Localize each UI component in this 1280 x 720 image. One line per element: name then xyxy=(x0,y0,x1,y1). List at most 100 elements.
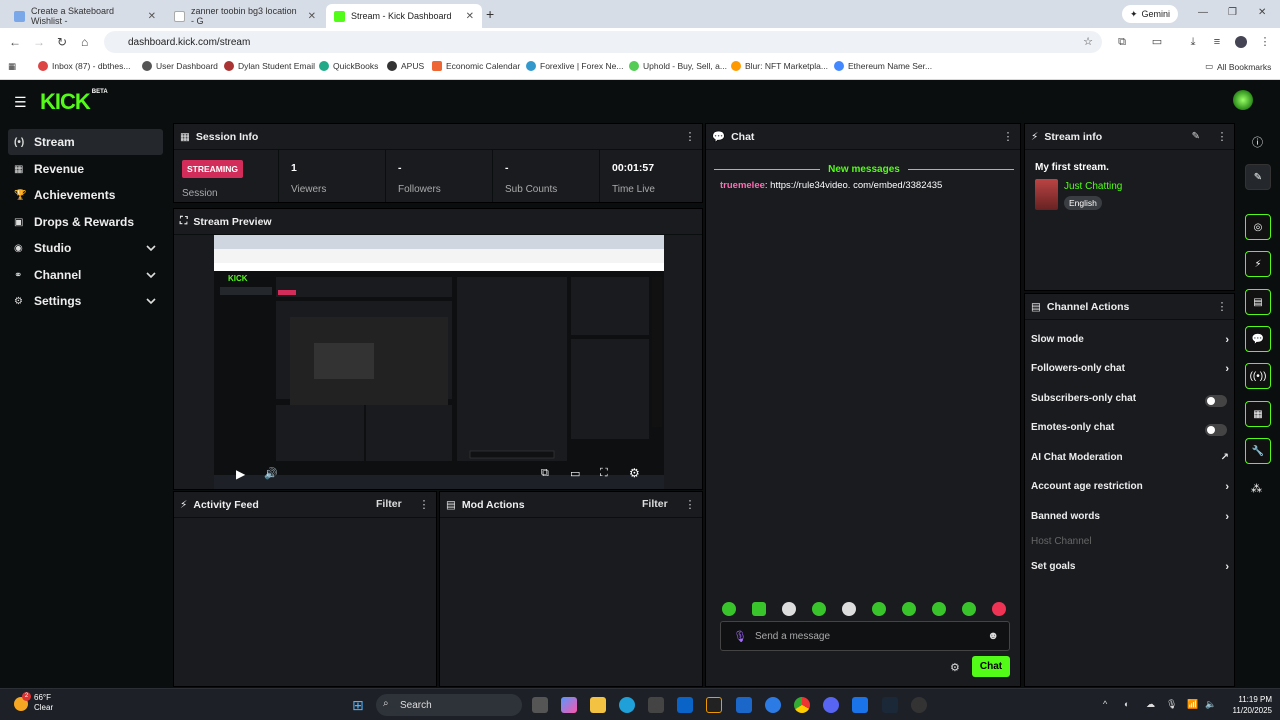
app-icon[interactable] xyxy=(852,697,868,713)
chat-username[interactable]: truemelee xyxy=(720,180,765,191)
app-icon[interactable] xyxy=(911,697,927,713)
app-icon[interactable] xyxy=(736,697,752,713)
taskbar-search[interactable]: ⌕ Search xyxy=(376,694,522,716)
tray-cloud-icon[interactable]: ☁ xyxy=(1146,699,1155,710)
action-ai-moderation[interactable]: AI Chat Moderation ↗ xyxy=(1031,452,1229,468)
copilot-icon[interactable] xyxy=(561,697,577,713)
browser-menu-icon[interactable]: ⋮ xyxy=(1259,36,1271,48)
bookmark-item[interactable]: Ethereum Name Ser... xyxy=(834,61,932,71)
widget-button[interactable]: ⚡ xyxy=(1245,251,1271,277)
volume-icon[interactable]: 🔊 xyxy=(264,467,278,480)
close-window-button[interactable]: ✕ xyxy=(1258,7,1266,18)
hamburger-menu-icon[interactable]: ☰ xyxy=(14,94,27,111)
tray-mic-icon[interactable]: 🎙 xyxy=(1166,699,1177,710)
action-set-goals[interactable]: Set goals › xyxy=(1031,561,1229,577)
sidebar-item-settings[interactable]: ⚙ Settings xyxy=(8,288,163,314)
all-bookmarks-button[interactable]: ▭ All Bookmarks xyxy=(1205,61,1271,72)
more-options-icon[interactable]: ⋮ xyxy=(1216,131,1228,143)
extensions-icon[interactable]: ⧉ xyxy=(1116,36,1128,48)
forward-button[interactable]: → xyxy=(33,35,45,49)
filter-button[interactable]: Filter xyxy=(376,498,402,510)
emote-icon[interactable] xyxy=(752,602,766,616)
task-view-icon[interactable] xyxy=(532,697,548,713)
action-slow-mode[interactable]: Slow mode › xyxy=(1031,334,1229,350)
subscribers-only-toggle[interactable] xyxy=(1205,395,1227,407)
bookmark-star-icon[interactable]: ☆ xyxy=(1082,36,1094,48)
emote-icon[interactable] xyxy=(992,602,1006,616)
user-avatar[interactable] xyxy=(1233,90,1253,110)
tab-search-icon[interactable]: ≡ xyxy=(1211,36,1223,48)
apps-grid-icon[interactable]: ▦ xyxy=(8,61,16,72)
reload-button[interactable]: ↻ xyxy=(57,35,67,49)
back-button[interactable]: ← xyxy=(9,35,21,49)
filter-button[interactable]: Filter xyxy=(642,498,668,510)
fullscreen-icon[interactable]: ⛶ xyxy=(600,467,608,480)
new-tab-button[interactable]: + xyxy=(486,6,494,22)
play-icon[interactable]: ▶ xyxy=(236,467,245,481)
settings-gear-icon[interactable]: ⚙ xyxy=(629,466,640,480)
system-clock[interactable]: 11:19 PM 11/20/2025 xyxy=(1222,694,1272,716)
info-icon[interactable]: ⓘ xyxy=(1252,134,1263,150)
bookmark-item[interactable]: Uphold - Buy, Sell, a... xyxy=(629,61,727,71)
download-icon[interactable]: ⤓ xyxy=(1187,36,1199,48)
bookmark-item[interactable]: Inbox (87) - dbthes... xyxy=(38,61,130,71)
widgets-add-icon[interactable]: ⁂ xyxy=(1251,482,1262,495)
edge-icon[interactable] xyxy=(619,697,635,713)
bookmark-item[interactable]: User Dashboard xyxy=(142,61,218,71)
outlook-icon[interactable] xyxy=(677,697,693,713)
bookmark-item[interactable]: Economic Calendar xyxy=(432,61,520,71)
action-followers-only[interactable]: Followers-only chat › xyxy=(1031,363,1229,379)
stream-video[interactable]: KICK ▶ 🔊 ⧉ ▭ ⛶ ⚙ xyxy=(214,235,664,489)
discord-icon[interactable] xyxy=(823,697,839,713)
bookmark-item[interactable]: Forexlive | Forex Ne... xyxy=(526,61,623,71)
tray-chevron-icon[interactable]: ^ xyxy=(1103,699,1107,709)
emotes-only-toggle[interactable] xyxy=(1205,424,1227,436)
emote-icon[interactable] xyxy=(872,602,886,616)
widget-button[interactable]: ▤ xyxy=(1245,289,1271,315)
gemini-button[interactable]: ✦ Gemini xyxy=(1122,5,1179,23)
bookmark-item[interactable]: Dylan Student Email xyxy=(224,61,315,71)
category-thumbnail[interactable] xyxy=(1035,179,1058,210)
file-explorer-icon[interactable] xyxy=(590,697,606,713)
emote-icon[interactable] xyxy=(962,602,976,616)
chrome-icon[interactable] xyxy=(794,697,810,713)
emoji-picker-icon[interactable]: ☻ xyxy=(987,630,999,642)
sidebar-item-studio[interactable]: ◉ Studio xyxy=(8,235,163,261)
widget-button[interactable]: ◎ xyxy=(1245,214,1271,240)
tab-close-icon[interactable]: ✕ xyxy=(308,11,316,22)
edit-tool-button[interactable]: ✎ xyxy=(1245,164,1271,190)
bookmark-item[interactable]: Blur: NFT Marketpla... xyxy=(731,61,828,71)
send-chat-button[interactable]: Chat xyxy=(972,656,1010,677)
store-icon[interactable] xyxy=(648,697,664,713)
more-options-icon[interactable]: ⋮ xyxy=(1002,131,1014,143)
sidebar-item-drops[interactable]: ▣ Drops & Rewards xyxy=(8,209,163,235)
emote-icon[interactable] xyxy=(842,602,856,616)
emote-icon[interactable] xyxy=(722,602,736,616)
obs-icon[interactable] xyxy=(706,697,722,713)
profile-avatar[interactable] xyxy=(1235,36,1247,48)
tab-close-icon[interactable]: ✕ xyxy=(148,11,156,22)
more-options-icon[interactable]: ⋮ xyxy=(418,499,430,511)
widget-button[interactable]: 🔧 xyxy=(1245,438,1271,464)
sidebar-item-achievements[interactable]: 🏆 Achievements xyxy=(8,182,163,208)
emote-icon[interactable] xyxy=(782,602,796,616)
category-link[interactable]: Just Chatting xyxy=(1064,181,1122,192)
tray-app-icon[interactable]: ◐ xyxy=(1124,699,1129,709)
browser-tab[interactable]: Create a Skateboard Wishlist - ✕ xyxy=(6,4,164,28)
weather-widget[interactable]: 66°F Clear xyxy=(34,693,53,713)
maximize-button[interactable]: ❐ xyxy=(1228,7,1237,18)
more-options-icon[interactable]: ⋮ xyxy=(1216,301,1228,313)
home-button[interactable]: ⌂ xyxy=(81,35,88,49)
more-options-icon[interactable]: ⋮ xyxy=(684,499,696,511)
bookmark-item[interactable]: APUS xyxy=(387,61,424,71)
theater-mode-icon[interactable]: ▭ xyxy=(570,467,580,480)
steam-icon[interactable] xyxy=(882,697,898,713)
address-bar[interactable]: dashboard.kick.com/stream xyxy=(104,31,1102,53)
edit-pencil-icon[interactable]: ✎ xyxy=(1192,131,1200,142)
tab-close-icon[interactable]: ✕ xyxy=(466,11,474,22)
kick-logo[interactable]: KICK BETA xyxy=(40,89,108,115)
microphone-icon[interactable]: 🎙 xyxy=(733,630,747,643)
windows-start-icon[interactable]: ⊞ xyxy=(352,697,364,714)
volume-icon[interactable]: 🔈 xyxy=(1205,699,1216,710)
chat-settings-gear-icon[interactable]: ⚙ xyxy=(950,661,960,674)
